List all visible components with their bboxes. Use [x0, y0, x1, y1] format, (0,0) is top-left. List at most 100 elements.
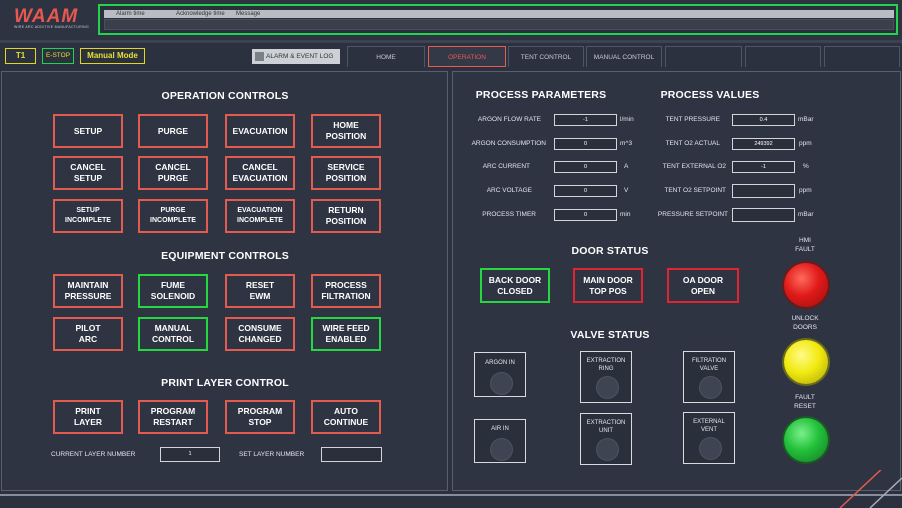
manual-control-label-1: MANUAL [154, 323, 192, 333]
consume-changed-button[interactable]: CONSUME CHANGED [225, 317, 295, 351]
print-layer-button[interactable]: PRINT LAYER [53, 400, 123, 434]
service-position-button[interactable]: SERVICE POSITION [311, 156, 381, 190]
process-timer-value: 0 [554, 209, 617, 221]
arc-voltage-label: ARC VOLTAGE [486, 187, 532, 194]
set-layer-input[interactable] [321, 447, 382, 462]
setup-incomplete-button[interactable]: SETUP INCOMPLETE [53, 199, 123, 233]
estop-badge: E-STOP [42, 48, 74, 64]
alarm-event-log-button[interactable]: ALARM & EVENT LOG [252, 49, 340, 64]
argon-in-label: ARGON IN [485, 360, 515, 366]
set-layer-label: SET LAYER NUMBER [239, 451, 305, 458]
tent-pressure-label: TENT PRESSURE [665, 116, 720, 123]
hmi-fault-lamp[interactable] [784, 263, 828, 307]
process-parameters-title: PROCESS PARAMETERS [475, 89, 607, 101]
tab-empty-2[interactable] [745, 46, 821, 67]
program-restart-button[interactable]: PROGRAM RESTART [138, 400, 208, 434]
cancel-evacuation-button[interactable]: CANCEL EVACUATION [225, 156, 295, 190]
operation-controls-title: OPERATION CONTROLS [161, 90, 289, 102]
extraction-ring-valve: EXTRACTION RING [580, 351, 632, 403]
tent-external-o2-value: -1 [732, 161, 795, 173]
filtration-valve-label-1: FILTRATION [691, 358, 727, 364]
cancel-setup-button[interactable]: CANCEL SETUP [53, 156, 123, 190]
back-door-label-1: BACK DOOR [488, 274, 542, 285]
tab-empty-3[interactable] [824, 46, 900, 67]
arc-voltage-value: 0 [554, 185, 617, 197]
tent-o2-setpoint-input[interactable] [732, 184, 795, 198]
tent-o2-setpoint-unit: ppm [799, 187, 812, 194]
external-vent-valve: EXTERNAL VENT [683, 412, 735, 464]
pilot-arc-button[interactable]: PILOT ARC [53, 317, 123, 351]
home-position-label-1: HOME [333, 120, 359, 130]
auto-continue-button[interactable]: AUTO CONTINUE [311, 400, 381, 434]
logo-subtitle: WIRE ARC ADDITIVE MANUFACTURING [14, 25, 90, 29]
process-filtration-label-1: PROCESS [325, 280, 367, 290]
extraction-unit-indicator [596, 438, 619, 461]
manual-control-button[interactable]: MANUAL CONTROL [138, 317, 208, 351]
process-filtration-button[interactable]: PROCESS FILTRATION [311, 274, 381, 308]
manual-control-label-2: CONTROL [151, 334, 195, 344]
argon-flow-rate-unit: l/min [620, 116, 634, 123]
home-position-button[interactable]: HOME POSITION [311, 114, 381, 148]
tent-o2-actual-label: TENT O2 ACTUAL [665, 140, 720, 147]
wire-feed-enabled-label-1: WIRE FEED [322, 323, 370, 333]
fault-reset-lamp[interactable] [784, 418, 828, 462]
tab-tent-control[interactable]: TENT CONTROL [508, 46, 584, 67]
reset-ewm-label-2: EWM [249, 291, 271, 301]
extraction-unit-valve: EXTRACTION UNIT [580, 413, 632, 465]
purge-label: PURGE [157, 125, 189, 136]
evacuation-button[interactable]: EVACUATION [225, 114, 295, 148]
argon-consumption-unit: m^3 [620, 140, 633, 147]
program-restart-label-1: PROGRAM [150, 406, 196, 416]
purge-button[interactable]: PURGE [138, 114, 208, 148]
hmi-fault-label: HMI FAULT [795, 237, 815, 253]
setup-button[interactable]: SETUP [53, 114, 123, 148]
alarm-event-log-label: ALARM & EVENT LOG [266, 53, 334, 60]
tent-external-o2-label: TENT EXTERNAL O2 [662, 163, 726, 170]
pressure-setpoint-input[interactable] [732, 208, 795, 222]
air-in-indicator [490, 438, 513, 461]
cancel-purge-label-2: PURGE [157, 173, 189, 183]
evacuation-label: EVACUATION [232, 125, 288, 136]
mode-badge: Manual Mode [80, 48, 145, 64]
alarm-row[interactable] [104, 19, 894, 30]
tab-home[interactable]: HOME [347, 46, 425, 67]
extraction-unit-label-2: UNIT [599, 428, 613, 434]
evacuation-incomplete-label-2: INCOMPLETE [237, 217, 283, 224]
cancel-purge-label-1: CANCEL [155, 162, 191, 172]
consume-changed-label-2: CHANGED [238, 334, 282, 344]
extraction-ring-indicator [596, 376, 619, 399]
tab-manual-control[interactable]: MANUAL CONTROL [586, 46, 662, 67]
cancel-purge-button[interactable]: CANCEL PURGE [138, 156, 208, 190]
setup-incomplete-label-2: INCOMPLETE [65, 217, 111, 224]
program-stop-button[interactable]: PROGRAM STOP [225, 400, 295, 434]
oa-door-status: OA DOOR OPEN [667, 268, 739, 303]
alarm-table-header: Alarm time Acknowledge time Message [104, 10, 894, 18]
fume-solenoid-button[interactable]: FUME SOLENOID [138, 274, 208, 308]
evacuation-incomplete-button[interactable]: EVACUATION INCOMPLETE [225, 199, 295, 233]
tent-pressure-unit: mBar [798, 116, 814, 123]
external-vent-label-1: EXTERNAL [693, 419, 725, 425]
service-position-label-2: POSITION [325, 173, 367, 183]
alarm-col-ack: Acknowledge time [176, 11, 225, 17]
air-in-label: AIR IN [491, 426, 509, 432]
setup-label: SETUP [73, 125, 103, 136]
purge-incomplete-button[interactable]: PURGE INCOMPLETE [138, 199, 208, 233]
tab-empty-1[interactable] [665, 46, 742, 67]
current-layer-field: 1 [160, 447, 220, 462]
program-stop-label-2: STOP [248, 417, 272, 427]
auto-continue-label-2: CONTINUE [323, 417, 369, 427]
maintain-pressure-button[interactable]: MAINTAIN PRESSURE [53, 274, 123, 308]
return-position-button[interactable]: RETURN POSITION [311, 199, 381, 233]
tab-operation[interactable]: OPERATION [428, 46, 506, 67]
argon-flow-rate-value: -1 [554, 114, 617, 126]
print-layer-label-2: LAYER [73, 417, 103, 427]
unlock-doors-lamp[interactable] [784, 340, 828, 384]
t1-badge: T1 [5, 48, 36, 64]
tent-external-o2-unit: % [803, 163, 809, 170]
reset-ewm-label-1: RESET [245, 280, 275, 290]
wire-feed-enabled-button[interactable]: WIRE FEED ENABLED [311, 317, 381, 351]
tent-o2-actual-unit: ppm [799, 140, 812, 147]
arc-current-label: ARC CURRENT [482, 163, 530, 170]
unlock-doors-label: UNLOCK DOORS [791, 315, 819, 331]
reset-ewm-button[interactable]: RESET EWM [225, 274, 295, 308]
